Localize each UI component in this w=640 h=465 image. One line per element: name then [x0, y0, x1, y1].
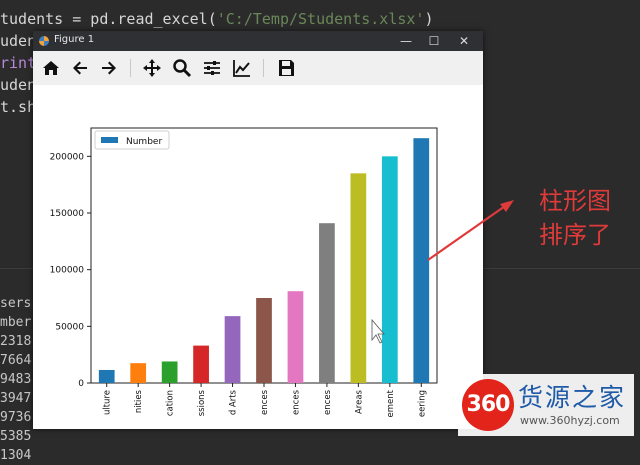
- y-tick-label: 100000: [50, 266, 85, 276]
- save-icon[interactable]: [274, 56, 298, 80]
- legend: Number: [94, 130, 170, 150]
- x-tick-label: ences: [323, 389, 333, 415]
- output-line: 2318: [0, 334, 32, 349]
- output-line: 3947: [0, 391, 32, 406]
- code-line-4: uden: [0, 76, 37, 94]
- x-tick-label: ences: [260, 389, 270, 415]
- bar: [193, 345, 209, 383]
- output-line: 1304: [0, 448, 32, 463]
- output-line: 5385: [0, 429, 32, 444]
- y-tick-label: 150000: [50, 209, 85, 219]
- configure-subplots-icon[interactable]: [200, 56, 224, 80]
- output-line: 9736: [0, 410, 32, 425]
- annotation-arrow: [427, 200, 514, 261]
- x-tick-label: ssions: [197, 389, 207, 416]
- x-tick-label: cation: [166, 390, 176, 416]
- legend-swatch: [101, 137, 118, 143]
- annotation-line-2: 排序了: [539, 221, 611, 249]
- bar: [287, 291, 304, 383]
- x-tick-label: Areas: [354, 389, 364, 414]
- pan-icon[interactable]: [140, 56, 164, 80]
- code-line-1: tudents = pd.read_excel('C:/Temp/Student…: [0, 10, 434, 28]
- bar: [381, 156, 398, 383]
- bar: [256, 298, 272, 383]
- watermark-name: 货源之家: [518, 383, 627, 412]
- y-tick-label: 0: [78, 379, 84, 389]
- plot-area: 0 50000 100000 150000 200000 ulture nities cat…: [33, 85, 483, 429]
- forward-icon[interactable]: [97, 56, 121, 80]
- back-icon[interactable]: [68, 56, 92, 80]
- home-icon[interactable]: [39, 56, 63, 80]
- toolbar-separator: [263, 59, 264, 77]
- bar-chart: 0 50000 100000 150000 200000 ulture nities cat…: [50, 127, 438, 417]
- close-button[interactable]: ✕: [453, 32, 475, 50]
- bar: [161, 361, 178, 383]
- minimize-button[interactable]: —: [395, 32, 417, 50]
- toolbar-separator: [130, 59, 131, 77]
- title-bar[interactable]: Figure 1 — ☐ ✕: [33, 31, 483, 51]
- x-tick-label: ement: [386, 389, 396, 417]
- legend-label: Number: [126, 137, 162, 147]
- x-tick-label: eering: [417, 390, 427, 417]
- output-line: 9483: [0, 372, 32, 387]
- watermark-badge-text: 360: [466, 392, 511, 417]
- bar: [350, 173, 367, 383]
- y-tick-label: 50000: [55, 322, 84, 332]
- edit-axis-icon[interactable]: [230, 56, 254, 80]
- output-line: mber: [0, 315, 32, 330]
- maximize-button[interactable]: ☐: [423, 32, 445, 50]
- x-tick-label: nities: [134, 389, 144, 413]
- matplotlib-app-icon: [39, 36, 49, 46]
- bar: [130, 363, 147, 383]
- code-line-2: uden: [0, 32, 37, 50]
- output-line: sers: [0, 296, 32, 311]
- watermark-badge: 360: [462, 379, 514, 431]
- x-tick-label: ulture: [103, 390, 113, 415]
- window-title: Figure 1: [54, 34, 95, 45]
- bar: [224, 316, 241, 383]
- figure-window: Figure 1 — ☐ ✕ 0 50000 100000 150000 200…: [33, 31, 483, 429]
- y-tick-label: 200000: [50, 152, 85, 162]
- toolbar: [33, 51, 483, 85]
- watermark: 360 货源之家 www.360hyzj.com: [458, 374, 634, 436]
- annotation-line-1: 柱形图: [539, 187, 611, 215]
- watermark-url: www.360hyzj.com: [520, 414, 620, 427]
- bar: [98, 369, 115, 383]
- bar: [319, 223, 335, 383]
- x-tick-label: ences: [291, 389, 301, 415]
- annotation-text: 柱形图 排序了: [520, 184, 630, 252]
- output-line: 7664: [0, 353, 32, 368]
- x-tick-label: d Arts: [229, 389, 239, 415]
- zoom-icon[interactable]: [170, 56, 194, 80]
